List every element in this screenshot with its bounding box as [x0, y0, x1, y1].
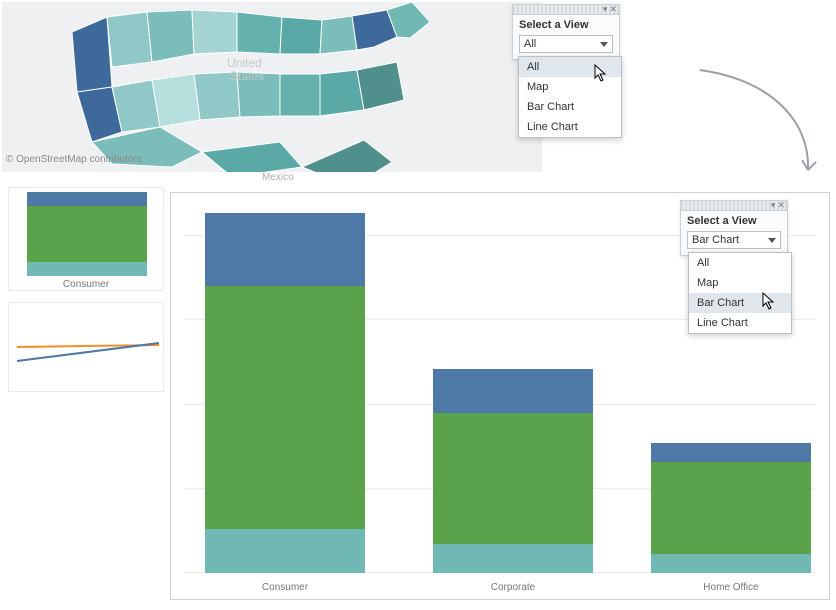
map-view: United States — [2, 2, 542, 172]
bar-xlabel: Home Office — [651, 582, 811, 593]
bar-seg — [205, 529, 365, 573]
thumb-bar-seg-bot — [27, 262, 147, 276]
bar-xlabel: Corporate — [433, 582, 593, 593]
filter-selected-value: Bar Chart — [692, 234, 739, 246]
bar-seg — [205, 213, 365, 286]
filter-card-top: ▾ ✕ Select a View All — [512, 4, 620, 60]
dropdown-option[interactable]: Line Chart — [519, 117, 621, 137]
filter-card-front: ▾ ✕ Select a View Bar Chart — [680, 200, 788, 256]
dropdown-option[interactable]: Map — [519, 77, 621, 97]
thumb-bar-seg-mid — [27, 206, 147, 262]
bar-seg — [205, 286, 365, 529]
thumb-bar-chart[interactable]: Consumer — [8, 187, 164, 291]
thumb-line-chart[interactable] — [8, 302, 164, 392]
bar-home-office — [651, 443, 811, 573]
dropdown-option[interactable]: Bar Chart — [519, 97, 621, 117]
filter-menu-icon[interactable]: ▾ — [603, 4, 608, 15]
thumb-line-svg — [9, 303, 165, 393]
bar-seg — [433, 544, 593, 573]
dropdown-option[interactable]: All — [519, 57, 621, 77]
bar-seg — [433, 413, 593, 544]
filter-dropdown-front: All Map Bar Chart Line Chart — [688, 252, 792, 334]
map-label-mexico: Mexico — [262, 172, 294, 183]
dropdown-option[interactable]: Map — [689, 273, 791, 293]
filter-select[interactable]: All — [519, 35, 613, 53]
transition-arrow-icon — [690, 60, 830, 200]
map-attribution: © OpenStreetMap contributors — [6, 154, 142, 165]
filter-close-icon[interactable]: ✕ — [609, 4, 617, 15]
filter-card-titlebar[interactable]: ▾ ✕ — [681, 201, 787, 211]
filter-title: Select a View — [513, 15, 619, 33]
filter-card-titlebar[interactable]: ▾ ✕ — [513, 5, 619, 15]
thumb-bar-xlabel: Consumer — [9, 279, 163, 290]
filter-selected-value: All — [524, 38, 536, 50]
thumb-bar-stack — [27, 192, 147, 276]
filter-menu-icon[interactable]: ▾ — [771, 200, 776, 211]
bar-seg — [651, 443, 811, 462]
dropdown-option[interactable]: Bar Chart — [689, 293, 791, 313]
dropdown-option[interactable]: All — [689, 253, 791, 273]
chevron-down-icon — [600, 42, 608, 47]
filter-title: Select a View — [681, 211, 787, 229]
filter-dropdown-top: All Map Bar Chart Line Chart — [518, 56, 622, 138]
bar-seg — [433, 369, 593, 413]
bar-corporate — [433, 369, 593, 573]
dropdown-option[interactable]: Line Chart — [689, 313, 791, 333]
svg-text:United: United — [227, 56, 262, 70]
bar-seg — [651, 462, 811, 554]
us-map: United States — [52, 2, 492, 172]
chevron-down-icon — [768, 238, 776, 243]
svg-text:States: States — [230, 69, 264, 83]
filter-select[interactable]: Bar Chart — [687, 231, 781, 249]
bar-xlabel: Consumer — [205, 582, 365, 593]
bar-seg — [651, 554, 811, 573]
filter-close-icon[interactable]: ✕ — [777, 200, 785, 211]
bar-consumer — [205, 213, 365, 573]
thumb-bar-seg-top — [27, 192, 147, 206]
